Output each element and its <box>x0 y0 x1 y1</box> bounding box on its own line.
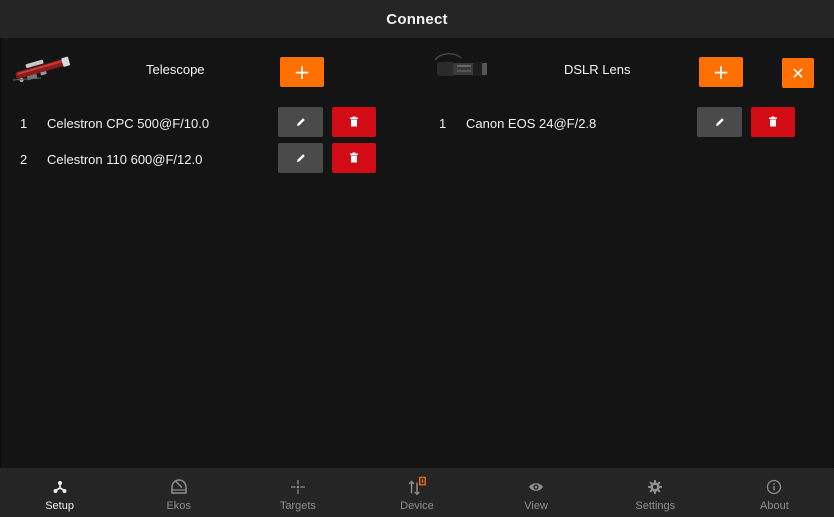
nav-label: About <box>760 500 789 512</box>
dslr-lens-panel-title: DSLR Lens <box>564 62 631 77</box>
nav-about[interactable]: About <box>715 468 834 517</box>
nav-label: Settings <box>635 500 676 512</box>
telescope-panel-title: Telescope <box>146 62 205 77</box>
delete-telescope-button[interactable] <box>332 143 376 173</box>
trash-icon <box>769 116 777 127</box>
nav-ekos[interactable]: Ekos <box>119 468 238 517</box>
close-button[interactable]: ✕ <box>782 58 814 88</box>
plus-icon: + <box>712 60 730 84</box>
app-window: Connect Telescope + 1 Celestron CPC 500@… <box>0 0 834 517</box>
nav-setup[interactable]: Setup <box>0 468 119 517</box>
device-icon <box>408 476 426 496</box>
ekos-dome-icon <box>170 479 187 494</box>
telescope-icon <box>12 56 71 83</box>
nav-label: Setup <box>45 500 74 512</box>
telescope-row[interactable]: 1 Celestron CPC 500@F/10.0 <box>1 107 419 143</box>
plus-icon: + <box>293 60 311 84</box>
title-bar: Connect <box>0 0 834 38</box>
setup-icon <box>53 481 67 493</box>
content-area: Telescope + 1 Celestron CPC 500@F/10.0 2… <box>0 38 834 468</box>
telescope-panel-header: Telescope + <box>1 38 419 98</box>
nav-view[interactable]: View <box>477 468 596 517</box>
telescope-row-index: 1 <box>20 116 28 131</box>
nav-label: Device <box>400 500 434 512</box>
telescope-row-name: Celestron CPC 500@F/10.0 <box>47 116 210 131</box>
trash-icon <box>350 116 358 127</box>
edit-telescope-button[interactable] <box>278 143 323 173</box>
nav-settings[interactable]: Settings <box>596 468 715 517</box>
delete-lens-button[interactable] <box>751 107 795 137</box>
bottom-navigation: Setup Ekos Targets Device View Settings … <box>0 468 834 517</box>
dslr-lens-panel: DSLR Lens + ✕ 1 Canon EOS 24@F/2.8 <box>419 38 834 468</box>
lens-row-index: 1 <box>439 116 447 131</box>
nav-device[interactable]: Device <box>357 468 476 517</box>
telescope-row-name: Celestron 110 600@F/12.0 <box>47 152 203 167</box>
trash-icon <box>350 152 358 163</box>
dslr-lens-panel-header: DSLR Lens + ✕ <box>419 38 834 98</box>
add-telescope-button[interactable]: + <box>280 57 324 87</box>
telescope-row[interactable]: 2 Celestron 110 600@F/12.0 <box>1 143 419 179</box>
lens-row[interactable]: 1 Canon EOS 24@F/2.8 <box>419 107 834 143</box>
telescope-row-index: 2 <box>20 152 28 167</box>
telescope-panel: Telescope + 1 Celestron CPC 500@F/10.0 2… <box>1 38 419 468</box>
lens-row-name: Canon EOS 24@F/2.8 <box>466 116 597 131</box>
pencil-icon <box>715 118 724 126</box>
info-icon <box>767 479 782 495</box>
delete-telescope-button[interactable] <box>332 107 376 137</box>
edit-lens-button[interactable] <box>697 107 742 137</box>
eye-icon <box>529 483 544 491</box>
close-icon: ✕ <box>791 63 805 83</box>
gear-icon <box>648 480 663 494</box>
add-lens-button[interactable]: + <box>699 57 743 87</box>
nav-label: Targets <box>279 500 316 512</box>
targets-icon <box>290 480 305 494</box>
pencil-icon <box>296 118 305 126</box>
dslr-lens-icon <box>434 53 487 76</box>
page-title: Connect <box>386 10 448 28</box>
nav-label: Ekos <box>166 500 191 512</box>
pencil-icon <box>296 154 305 162</box>
edit-telescope-button[interactable] <box>278 107 323 137</box>
nav-label: View <box>524 500 548 512</box>
nav-targets[interactable]: Targets <box>238 468 357 517</box>
